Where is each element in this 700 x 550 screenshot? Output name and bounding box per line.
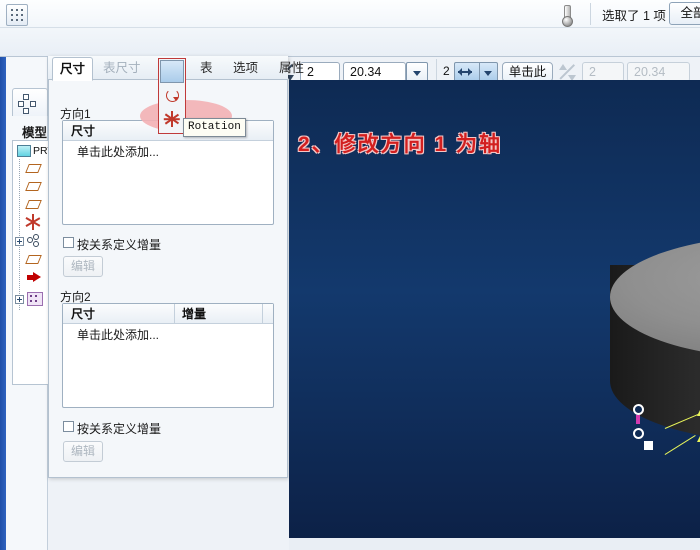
drag-handle-square[interactable]	[644, 441, 653, 450]
chevron-down-icon[interactable]	[479, 63, 497, 81]
chevron-down-icon	[409, 63, 426, 81]
direction1-edit-button: 编辑	[63, 256, 103, 277]
flyout-option-direction[interactable]	[160, 60, 184, 83]
horizontal-scrollbar[interactable]	[289, 538, 700, 550]
tree-root-label: PRT	[33, 145, 48, 157]
dir2-index: 2	[443, 64, 450, 78]
selection-status: 选取了 1 项	[602, 9, 666, 23]
tab-table[interactable]: 表	[193, 58, 220, 80]
pattern-type-flyout[interactable]	[158, 58, 186, 134]
rotation-icon	[164, 87, 180, 103]
instruction-annotation: 2、修改方向 1 为轴	[298, 133, 503, 156]
rotation-tooltip: Rotation	[183, 118, 246, 137]
drag-handle-circle[interactable]	[633, 404, 644, 415]
dir1-distance-dropdown[interactable]	[406, 62, 428, 82]
expand-icon[interactable]	[15, 237, 24, 246]
model-tree-list[interactable]: PRT	[12, 140, 48, 385]
direction1-relation-checkbox[interactable]	[63, 237, 74, 248]
direction1-relation-label: 按关系定义增量	[77, 238, 162, 252]
datum-plane-icon	[27, 164, 41, 174]
direction2-edit-button: 编辑	[63, 441, 103, 462]
app-window: 选取了 1 项 全部 方向 1 1轴 2 20.34	[0, 0, 700, 550]
list-header: 尺寸 增量	[63, 304, 273, 324]
dir2-distance-field: 20.34	[627, 62, 690, 82]
drag-handle-circle[interactable]	[633, 428, 644, 439]
flyout-option-rotation[interactable]	[160, 84, 184, 107]
tab-dimensions[interactable]: 尺寸	[52, 57, 94, 81]
dir1-distance-field[interactable]: 20.34	[343, 62, 406, 82]
double-arrow-icon	[455, 63, 475, 81]
model-tree-icon[interactable]	[12, 88, 48, 116]
column-dimension: 尺寸	[71, 124, 96, 138]
direction2-relation-label: 按关系定义增量	[77, 422, 162, 436]
panel-left-edge	[0, 57, 6, 550]
dir2-quantity-field: 2	[582, 62, 624, 82]
star-pattern-icon	[163, 111, 180, 127]
toolbar-separator	[590, 3, 591, 25]
model-tree-title: 模型	[22, 126, 48, 140]
top-toolbar: 选取了 1 项 全部 方向 1 1轴 2 20.34	[0, 0, 700, 84]
select-all-button[interactable]: 全部	[669, 2, 700, 25]
datum-plane-icon	[27, 182, 41, 192]
add-dimension-row[interactable]: 单击此处添加...	[77, 326, 159, 343]
dir2-flip-direction-icon	[559, 64, 576, 81]
datum-axis-icon	[25, 214, 41, 230]
dir2-type-toggle[interactable]	[454, 62, 498, 82]
direction2-relation-checkbox[interactable]	[63, 421, 74, 432]
grid-icon[interactable]	[6, 4, 28, 26]
expand-icon[interactable]	[15, 295, 24, 304]
dir2-reference-field[interactable]: 单击此	[502, 62, 553, 82]
datum-plane-icon	[27, 255, 41, 265]
double-arrow-icon	[163, 64, 183, 82]
datum-plane-icon	[27, 200, 41, 210]
tab-properties[interactable]: 属性	[272, 58, 311, 80]
flyout-option-fill[interactable]	[160, 108, 184, 131]
add-dimension-row[interactable]: 单击此处添加...	[77, 143, 159, 160]
direction2-dimension-list[interactable]: 尺寸 增量 单击此处添加...	[62, 303, 274, 408]
thermometer-icon	[559, 3, 573, 27]
insert-here-arrow-icon	[27, 272, 41, 283]
toolbar-row-status: 选取了 1 项 全部	[0, 0, 700, 28]
coordinate-system-icon	[27, 234, 41, 247]
tab-table-dimensions: 表尺寸	[103, 61, 141, 75]
pattern-feature-icon	[27, 292, 43, 306]
column-dimension: 尺寸	[71, 307, 96, 321]
column-increment: 增量	[182, 307, 207, 321]
drag-handle-magenta[interactable]	[636, 415, 640, 424]
toolbar-row-pattern: 方向 1 1轴 2 20.34 2 单击此	[0, 28, 700, 84]
tab-options[interactable]: 选项	[226, 58, 265, 80]
